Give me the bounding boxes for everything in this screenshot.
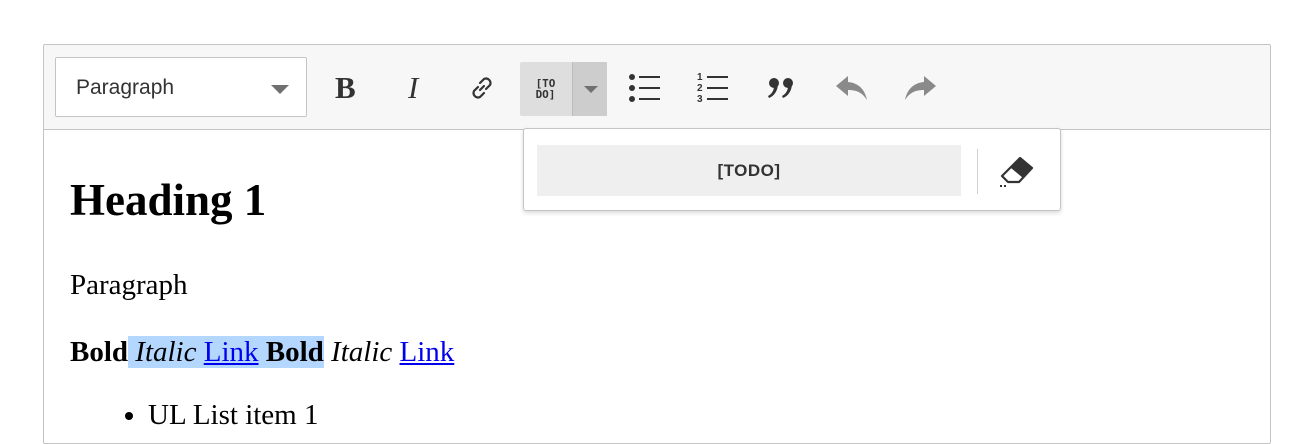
link-icon [472, 77, 492, 99]
svg-text:2: 2 [697, 83, 703, 94]
italic-text: Italic [135, 336, 197, 368]
chevron-down-icon [584, 86, 598, 93]
link-text[interactable]: Link [400, 336, 455, 368]
svg-text:I: I [407, 73, 420, 103]
todo-icon: [TO DO] [535, 77, 556, 101]
editor-toolbar: Paragraph B I [TO DO] 1 2 3 [44, 45, 1270, 130]
bold-icon: B [335, 73, 356, 103]
heading-1: Heading 1 [70, 175, 267, 225]
bold-button[interactable]: B [323, 65, 369, 111]
formatted-text-line: Bold Italic Link Bold Italic Link [70, 332, 454, 372]
redo-button[interactable] [897, 65, 943, 111]
rich-text-editor: Paragraph B I [TO DO] 1 2 3 Heading 1 Pa… [43, 44, 1271, 444]
undo-button[interactable] [829, 65, 875, 111]
quote-icon [768, 78, 793, 98]
list-item: UL List item 1 [148, 395, 319, 435]
todo-split-button: [TO DO] [520, 62, 607, 116]
chevron-down-icon [271, 85, 289, 94]
bold-text: Bold [70, 336, 129, 368]
paragraph: Paragraph [70, 269, 188, 301]
eraser-icon [1000, 156, 1034, 187]
bulleted-list-icon [629, 74, 660, 102]
bulleted-list-button[interactable] [622, 65, 668, 111]
svg-text:3: 3 [697, 94, 703, 105]
remove-format-button[interactable] [994, 149, 1040, 193]
svg-text:B: B [335, 73, 356, 103]
todo-insert-label: [TODO] [717, 160, 781, 180]
bulleted-list: UL List item 1 [70, 395, 319, 435]
redo-icon [905, 76, 936, 100]
blockquote-button[interactable] [759, 65, 805, 111]
todo-insert-button[interactable]: [TODO] [537, 145, 961, 196]
numbered-list-icon: 123 [697, 72, 728, 105]
italic-icon: I [407, 73, 420, 103]
link-text[interactable]: Link [204, 336, 259, 368]
divider [977, 149, 978, 194]
svg-text:1: 1 [697, 72, 703, 83]
italic-button[interactable]: I [391, 65, 437, 111]
todo-dropdown-panel: [TODO] [523, 128, 1061, 211]
heading-dropdown-value: Paragraph [76, 76, 175, 99]
selected-text: Italic Link Bold [128, 336, 324, 368]
bold-text: Bold [265, 336, 324, 368]
italic-text: Italic [331, 336, 393, 368]
heading-dropdown[interactable]: Paragraph [55, 57, 307, 117]
numbered-list-button[interactable]: 123 [690, 65, 736, 111]
todo-dropdown-arrow[interactable] [572, 62, 607, 116]
link-button[interactable] [459, 65, 505, 111]
undo-icon [836, 76, 867, 100]
todo-button[interactable]: [TO DO] [520, 62, 571, 116]
